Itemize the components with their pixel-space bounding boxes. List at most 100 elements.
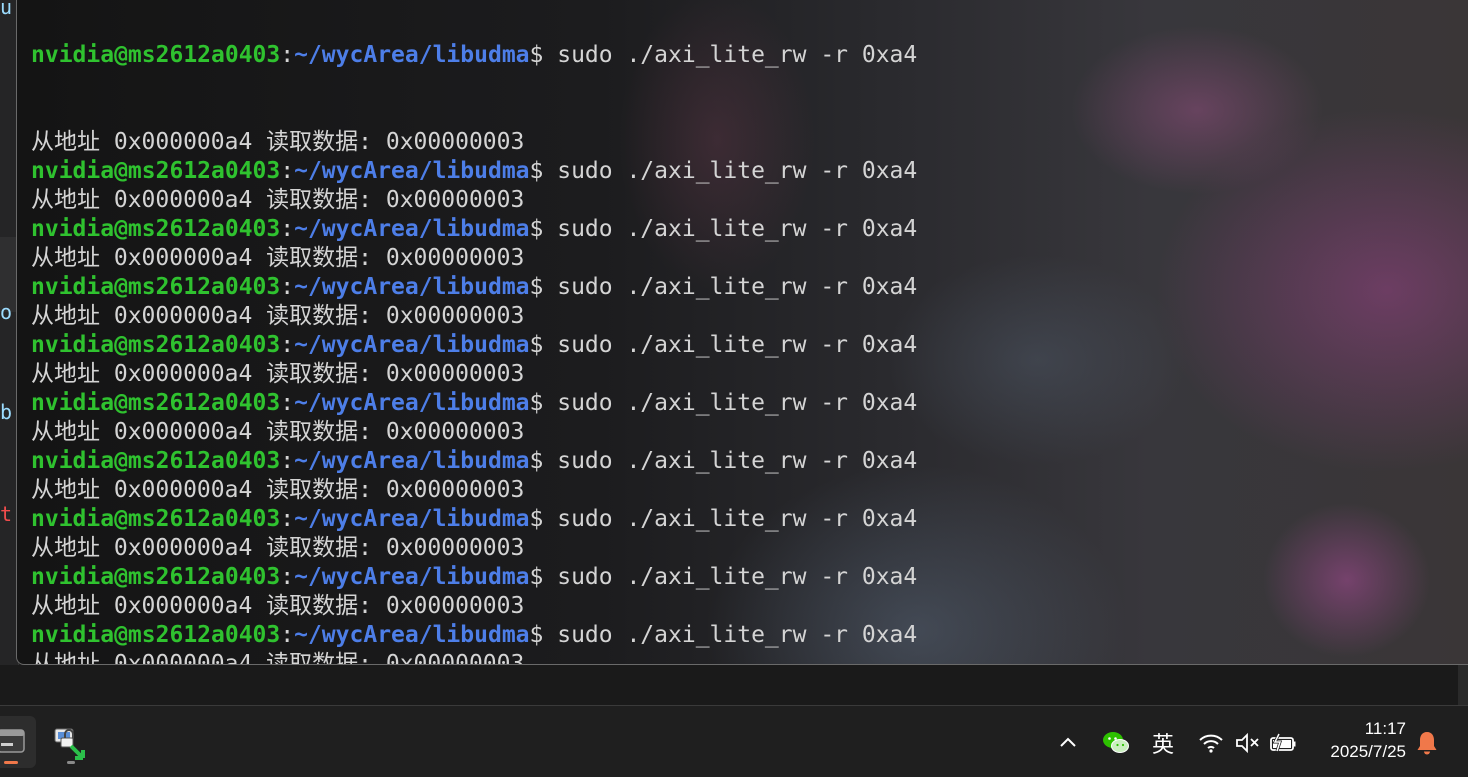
terminal-output-line: 从地址 0x000000a4 读取数据: 0x00000003 [31,129,525,155]
notification-button[interactable] [1412,728,1442,758]
wifi-button[interactable] [1196,728,1226,758]
prompt-path: ~/wycArea/libudma [294,216,530,242]
terminal-prompt-line: nvidia@ms2612a0403:~/wycArea/libudma$ su… [31,505,917,534]
prompt-command: sudo ./axi_lite_rw -r 0xa4 [543,42,918,68]
prompt-user-host: nvidia@ms2612a0403 [31,274,281,300]
chevron-up-icon [1060,737,1076,747]
prompt-command: sudo ./axi_lite_rw -r 0xa4 [543,564,918,590]
editor-text-fragment: u [0,0,13,19]
prompt-user-host: nvidia@ms2612a0403 [31,448,281,474]
bell-icon [1417,732,1437,755]
prompt-user-host: nvidia@ms2612a0403 [31,564,281,590]
prompt-user-host: nvidia@ms2612a0403 [31,216,281,242]
prompt-command: sudo ./axi_lite_rw -r 0xa4 [543,158,918,184]
prompt-path: ~/wycArea/libudma [294,448,530,474]
scrollbar-edge[interactable] [1458,665,1468,705]
editor-text-fragment: t [0,502,13,526]
volume-button[interactable] [1232,728,1262,758]
clock-date: 2025/7/25 [1330,742,1406,761]
prompt-user-host: nvidia@ms2612a0403 [31,158,281,184]
terminal-prompt-line: nvidia@ms2612a0403:~/wycArea/libudma$ su… [31,331,917,360]
terminal-output-line: 从地址 0x000000a4 读取数据: 0x00000003 [31,477,525,503]
terminal-output-line: 从地址 0x000000a4 读取数据: 0x00000003 [31,419,525,445]
prompt-command: sudo ./axi_lite_rw -r 0xa4 [543,506,918,532]
prompt-dollar: $ [529,158,544,184]
editor-text-fragment: b [0,400,13,424]
taskbar-terminal-app[interactable] [0,716,36,768]
prompt-command: sudo ./axi_lite_rw -r 0xa4 [543,390,918,416]
prompt-colon: : [280,216,295,242]
prompt-colon: : [280,332,295,358]
prompt-colon: : [280,506,295,532]
terminal-output-line: 从地址 0x000000a4 读取数据: 0x00000003 [31,187,525,213]
terminal-prompt-line: nvidia@ms2612a0403:~/wycArea/libudma$ su… [31,273,917,302]
prompt-colon: : [280,158,295,184]
prompt-path: ~/wycArea/libudma [294,332,530,358]
prompt-colon: : [280,42,295,68]
prompt-path: ~/wycArea/libudma [294,390,530,416]
prompt-user-host: nvidia@ms2612a0403 [31,622,281,648]
prompt-dollar: $ [529,42,544,68]
terminal-prompt-line: nvidia@ms2612a0403:~/wycArea/libudma$ su… [31,621,917,650]
clock-button[interactable]: 11:17 2025/7/25 [1330,718,1406,764]
terminal-output[interactable]: nvidia@ms2612a0403:~/wycArea/libudma$ su… [31,0,917,665]
prompt-command: sudo ./axi_lite_rw -r 0xa4 [543,216,918,242]
window-gap [0,665,1468,705]
prompt-user-host: nvidia@ms2612a0403 [31,390,281,416]
prompt-colon: : [280,448,295,474]
wifi-icon [1199,734,1223,753]
prompt-path: ~/wycArea/libudma [294,158,530,184]
taskbar-network-tool-app[interactable] [45,716,97,768]
battery-charging-icon [1270,733,1296,752]
prompt-command: sudo ./axi_lite_rw -r 0xa4 [543,332,918,358]
terminal-prompt-line: nvidia@ms2612a0403:~/wycArea/libudma$ su… [31,215,917,244]
prompt-user-host: nvidia@ms2612a0403 [31,42,281,68]
running-app-indicator [67,761,75,764]
prompt-path: ~/wycArea/libudma [294,42,530,68]
show-hidden-icons-button[interactable] [1054,728,1082,758]
terminal-prompt-line: nvidia@ms2612a0403:~/wycArea/libudma$ su… [31,447,917,476]
taskbar: 英 11:17 2025/7/25 [0,705,1468,777]
prompt-path: ~/wycArea/libudma [294,622,530,648]
prompt-path: ~/wycArea/libudma [294,564,530,590]
terminal-output-line: 从地址 0x000000a4 读取数据: 0x00000003 [31,593,525,619]
terminal-output-line: 从地址 0x000000a4 读取数据: 0x00000003 [31,651,525,665]
battery-button[interactable] [1267,728,1299,758]
wechat-tray-button[interactable] [1100,728,1132,758]
prompt-user-host: nvidia@ms2612a0403 [31,332,281,358]
terminal-prompt-line: nvidia@ms2612a0403:~/wycArea/libudma$ su… [31,41,917,70]
prompt-dollar: $ [529,564,544,590]
prompt-colon: : [280,274,295,300]
prompt-colon: : [280,564,295,590]
prompt-dollar: $ [529,332,544,358]
ime-language-toggle[interactable]: 英 [1148,728,1178,758]
terminal-output-line: 从地址 0x000000a4 读取数据: 0x00000003 [31,535,525,561]
volume-muted-icon [1236,732,1259,754]
terminal-output-line: 从地址 0x000000a4 读取数据: 0x00000003 [31,303,525,329]
prompt-user-host: nvidia@ms2612a0403 [31,506,281,532]
active-app-indicator [4,761,18,764]
wechat-icon [1103,732,1129,753]
terminal-prompt-line: nvidia@ms2612a0403:~/wycArea/libudma$ su… [31,157,917,186]
prompt-dollar: $ [529,274,544,300]
prompt-path: ~/wycArea/libudma [294,274,530,300]
prompt-path: ~/wycArea/libudma [294,506,530,532]
terminal-prompt-line: nvidia@ms2612a0403:~/wycArea/libudma$ su… [31,563,917,592]
prompt-colon: : [280,622,295,648]
prompt-dollar: $ [529,216,544,242]
terminal-output-line: 从地址 0x000000a4 读取数据: 0x00000003 [31,361,525,387]
prompt-dollar: $ [529,448,544,474]
prompt-dollar: $ [529,622,544,648]
prompt-command: sudo ./axi_lite_rw -r 0xa4 [543,448,918,474]
prompt-dollar: $ [529,506,544,532]
terminal-output-line: 从地址 0x000000a4 读取数据: 0x00000003 [31,245,525,271]
clock-time: 11:17 [1364,719,1406,738]
prompt-dollar: $ [529,390,544,416]
prompt-command: sudo ./axi_lite_rw -r 0xa4 [543,622,918,648]
editor-text-fragment: o [0,300,13,324]
prompt-colon: : [280,390,295,416]
terminal-window[interactable]: nvidia@ms2612a0403:~/wycArea/libudma$ su… [16,0,1468,665]
desktop: u o b t nvidia@ms2612a0403:~/wycArea/lib… [0,0,1468,777]
terminal-prompt-line: nvidia@ms2612a0403:~/wycArea/libudma$ su… [31,389,917,418]
prompt-command: sudo ./axi_lite_rw -r 0xa4 [543,274,918,300]
